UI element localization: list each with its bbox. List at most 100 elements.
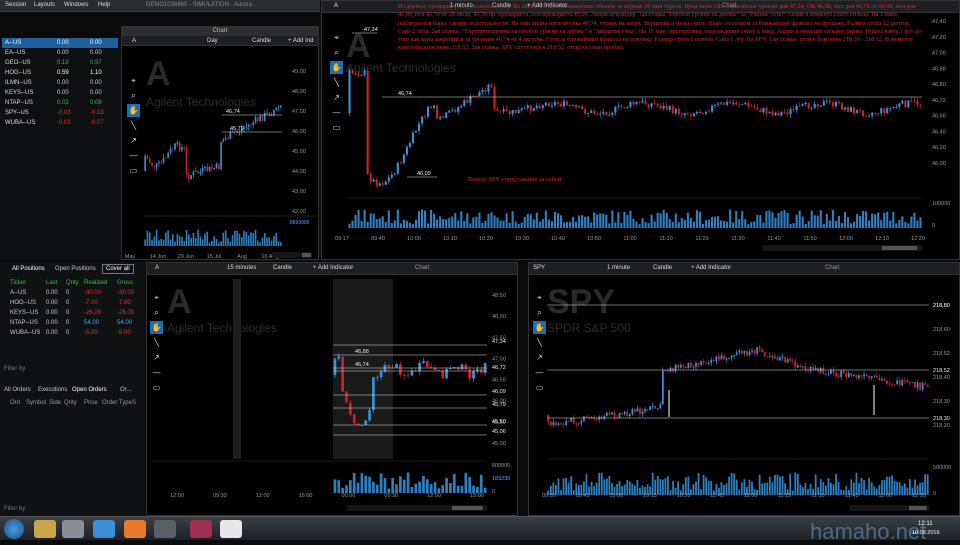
- interval-select[interactable]: 1 minute: [607, 265, 630, 271]
- watchlist-row[interactable]: ILMN--US 0.00 0.00: [2, 78, 118, 88]
- scroll-thumb[interactable]: [452, 506, 483, 510]
- tab-all-orders[interactable]: All Orders: [4, 387, 31, 393]
- cover-all-button[interactable]: Cover all: [102, 264, 134, 274]
- volume-bar: [791, 490, 794, 495]
- start-button[interactable]: [4, 519, 24, 539]
- column-header[interactable]: Last: [46, 280, 57, 286]
- drawing-tool[interactable]: ↗: [536, 353, 543, 362]
- chart-type-select[interactable]: Candle: [252, 38, 271, 44]
- tab-all-positions[interactable]: All Positions: [12, 266, 45, 272]
- watchlist-row[interactable]: WUBA--US -0.03 -0.07: [2, 118, 118, 128]
- drawing-tool[interactable]: ✋: [535, 322, 545, 332]
- watchlist-row[interactable]: A--US 0.00 0.00: [2, 38, 118, 48]
- drawing-tool[interactable]: ↗: [333, 93, 340, 102]
- symbol-field[interactable]: A: [155, 265, 159, 271]
- watchlist-row[interactable]: SPY--US -0.03 -0.03: [2, 108, 118, 118]
- chart-type-select[interactable]: Candle: [653, 265, 672, 271]
- menu-session[interactable]: Session: [5, 2, 26, 8]
- add-indicator-button[interactable]: + Add Indicator: [691, 265, 731, 271]
- menu-help[interactable]: Help: [98, 2, 110, 8]
- watchlist-row[interactable]: EA--US 0.00 0.00: [2, 48, 118, 58]
- drawing-tool[interactable]: —: [153, 368, 161, 377]
- scroll-thumb[interactable]: [882, 246, 918, 250]
- scroll-thumb[interactable]: [909, 506, 927, 510]
- chart-type-select[interactable]: Candle: [273, 265, 292, 271]
- candle-body: [847, 373, 850, 377]
- column-header[interactable]: Qnty: [66, 280, 79, 286]
- interval-select[interactable]: 15 minutes: [227, 265, 256, 271]
- volume-bar: [238, 233, 241, 246]
- drawing-tool[interactable]: ╲: [130, 120, 137, 130]
- tab-executions[interactable]: Executions: [38, 387, 67, 393]
- drawing-tool[interactable]: —: [333, 108, 341, 117]
- drawing-tool[interactable]: ▭: [130, 166, 138, 175]
- position-row[interactable]: WUBA--US 0.00 0 -5.00 -5.00: [0, 328, 145, 338]
- drawing-tool[interactable]: ✋: [129, 105, 139, 115]
- column-header[interactable]: Price: [84, 400, 98, 406]
- browser-icon[interactable]: [93, 520, 115, 538]
- menu-layouts[interactable]: Layouts: [34, 2, 55, 8]
- volume-bar: [659, 479, 662, 495]
- yandex-icon[interactable]: [220, 520, 242, 538]
- drawing-tool[interactable]: ⌖: [537, 293, 542, 302]
- drawing-tool[interactable]: —: [536, 368, 544, 377]
- drawing-tool[interactable]: ⌖: [131, 76, 136, 85]
- drawing-tool[interactable]: ⌖: [334, 33, 339, 42]
- app-icon[interactable]: [62, 520, 84, 538]
- position-row[interactable]: A--US 0.00 0 -30.00 -30.00: [0, 288, 145, 298]
- drawing-tool[interactable]: ✋: [332, 62, 342, 72]
- watchlist-row[interactable]: NTAP--US 0.02 0.08: [2, 98, 118, 108]
- drawing-tool[interactable]: ⌕: [334, 48, 338, 57]
- drawing-tool[interactable]: ▭: [153, 383, 161, 392]
- column-header[interactable]: Qnty: [64, 400, 77, 406]
- app2-icon[interactable]: [154, 520, 176, 538]
- column-header[interactable]: Gross: [117, 280, 133, 286]
- tab-open-orders[interactable]: Open Orders: [72, 387, 107, 393]
- position-row[interactable]: NTAP--US 0.00 0 54.00 54.00: [0, 318, 145, 328]
- positions-filter[interactable]: Filter by: [4, 366, 25, 372]
- drawing-tool[interactable]: ⌕: [537, 308, 541, 317]
- watchlist-row[interactable]: HOG--US 0.59 1.10: [2, 68, 118, 78]
- position-row[interactable]: KEYS--US 0.00 0 -26.00 -26.00: [0, 308, 145, 318]
- column-header[interactable]: Order Type: [102, 400, 132, 406]
- drawing-tool[interactable]: —: [130, 151, 138, 160]
- column-header[interactable]: Ticker: [10, 280, 26, 286]
- symbol-field[interactable]: A: [132, 38, 136, 44]
- watchlist-row[interactable]: KEYS--US 0.00 0.00: [2, 88, 118, 98]
- tab-open-positions[interactable]: Open Positions: [55, 266, 96, 272]
- drawing-tool[interactable]: ╲: [536, 337, 543, 347]
- chart-title: Chart: [122, 27, 318, 36]
- watchlist-row[interactable]: GEO--US 0.19 0.97: [2, 58, 118, 68]
- symbol-field[interactable]: A: [334, 3, 338, 9]
- drawing-tool[interactable]: ╲: [153, 337, 160, 347]
- time-tick-label: 10:10: [443, 236, 457, 242]
- explorer-icon[interactable]: [34, 520, 56, 538]
- drawing-tool[interactable]: ⌕: [154, 308, 158, 317]
- drawing-tool[interactable]: ↗: [153, 353, 160, 362]
- position-row[interactable]: HOG--US 0.00 0 -7.00 -7.00: [0, 298, 145, 308]
- scroll-thumb[interactable]: [302, 253, 311, 257]
- drawing-tool[interactable]: ✋: [152, 322, 162, 332]
- candle-body: [702, 361, 705, 363]
- tab-more[interactable]: Or...: [120, 387, 131, 393]
- column-header[interactable]: S: [132, 400, 136, 406]
- add-indicator-button[interactable]: + Add Ind: [288, 38, 314, 44]
- column-header[interactable]: Realized: [84, 280, 107, 286]
- column-header[interactable]: Side: [49, 400, 61, 406]
- menu-windows[interactable]: Windows: [64, 2, 88, 8]
- trading-app-icon[interactable]: [190, 520, 212, 538]
- media-icon[interactable]: [124, 520, 146, 538]
- drawing-tool[interactable]: ╲: [333, 77, 340, 87]
- candle-body: [220, 142, 222, 170]
- drawing-tool[interactable]: ⌖: [154, 293, 159, 302]
- column-header[interactable]: Symbol: [26, 400, 46, 406]
- drawing-tool[interactable]: ⌕: [131, 91, 135, 100]
- symbol-field[interactable]: SPY: [533, 265, 545, 271]
- add-indicator-button[interactable]: + Add Indicator: [313, 265, 353, 271]
- drawing-tool[interactable]: ▭: [333, 123, 341, 132]
- orders-filter[interactable]: Filter by: [4, 506, 25, 512]
- drawing-tool[interactable]: ▭: [536, 383, 544, 392]
- interval-select[interactable]: Day: [207, 38, 218, 44]
- column-header[interactable]: Ord: [10, 400, 20, 406]
- drawing-tool[interactable]: ↗: [130, 136, 137, 145]
